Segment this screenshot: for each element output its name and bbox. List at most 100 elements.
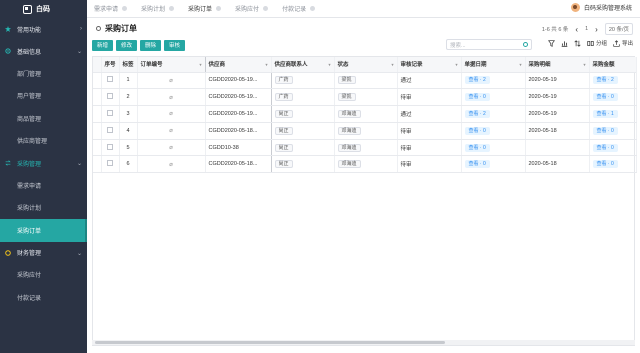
detail-badge[interactable]: 查看 · 0 [592, 160, 618, 169]
order-number[interactable]: CGDD10-38 [205, 139, 272, 157]
sidebar-item-payments[interactable]: 付款记录 [0, 286, 87, 309]
attachment-icon[interactable]: ⌀ [137, 139, 206, 157]
table-row[interactable]: 6 ⌀ CGDD2020-05-18... 尚正 邓海迪 待审 查看 · 0 2020-05-… [93, 155, 637, 174]
sort-icon[interactable]: ▾ [519, 62, 521, 67]
detail-badge[interactable]: 查看 · 0 [592, 126, 618, 135]
refresh-icon[interactable] [96, 25, 101, 31]
bar-chart-icon[interactable] [561, 40, 568, 47]
supplier-tag[interactable]: 尚正 [274, 160, 293, 169]
detail-badge[interactable]: 查看 · 1 [592, 109, 618, 118]
chevron-left-icon[interactable]: ‹ [572, 25, 581, 34]
search-icon[interactable] [523, 42, 528, 47]
column-header[interactable]: 供应商 ▾ [205, 57, 272, 73]
horizontal-scrollbar[interactable] [92, 340, 635, 345]
order-number[interactable]: CGDD2020-05-19... [205, 88, 272, 107]
edit-button[interactable]: 修改 [116, 39, 138, 51]
chevron-right-icon[interactable]: › [592, 25, 601, 34]
detail-badge[interactable]: 查看 · 0 [592, 143, 618, 152]
audit-badge[interactable]: 查看 · 0 [464, 93, 490, 102]
attachment-icon[interactable]: ⌀ [137, 155, 206, 174]
column-header[interactable]: 订单编号 ▾ [137, 57, 206, 73]
close-icon[interactable] [310, 6, 316, 11]
sidebar-item-suppliers[interactable]: 供应商管理 [0, 130, 87, 153]
contact-tag[interactable]: 梁凯 [337, 76, 356, 85]
filter-icon[interactable] [547, 39, 555, 47]
column-header[interactable]: 采购金额 [589, 57, 637, 73]
order-number[interactable]: CGDD2020-05-18... [205, 122, 272, 140]
logo[interactable]: 白码 [0, 0, 87, 18]
sidebar-item-order[interactable]: 采购订单 [0, 219, 87, 242]
user-menu[interactable]: 白码采购管理系统 [570, 3, 632, 12]
delete-button[interactable]: 删除 [140, 39, 162, 51]
sort-icon[interactable]: ▾ [455, 62, 457, 67]
close-icon[interactable] [169, 6, 175, 11]
page-size-select[interactable]: 20 条/页 [604, 23, 633, 35]
audit-badge[interactable]: 查看 · 2 [464, 109, 490, 118]
close-icon[interactable] [122, 6, 128, 11]
attachment-icon[interactable]: ⌀ [137, 72, 206, 90]
contact-tag[interactable]: 梁凯 [337, 93, 356, 102]
tab-payable[interactable]: 采购应付 [228, 0, 275, 18]
tab-plan[interactable]: 采购计划 [134, 0, 181, 18]
sidebar-item-demand[interactable]: 需求申请 [0, 174, 87, 197]
table-row[interactable]: 1 ⌀ CGDD2020-05-19... 广药 梁凯 通过 查看 · 2 2020-05-1… [93, 72, 637, 90]
attachment-icon[interactable]: ⌀ [137, 105, 206, 123]
contact-tag[interactable]: 邓海迪 [337, 126, 361, 135]
column-header[interactable]: 单据日期 ▾ [461, 57, 526, 73]
supplier-tag[interactable]: 尚正 [274, 109, 293, 118]
sidebar-item-department[interactable]: 部门管理 [0, 62, 87, 85]
sort-icon[interactable]: ▾ [328, 62, 330, 67]
tab-order[interactable]: 采购订单 [181, 0, 228, 18]
supplier-tag[interactable]: 尚正 [274, 126, 293, 135]
column-header[interactable]: 审核记录 ▾ [397, 57, 462, 73]
menu-group-common[interactable]: 常用功能 › [0, 18, 87, 40]
supplier-tag[interactable]: 尚正 [274, 143, 293, 152]
group-button[interactable]: 分组 [587, 39, 607, 47]
row-checkbox[interactable] [107, 76, 113, 83]
contact-tag[interactable]: 邓海迪 [337, 109, 361, 118]
menu-group-basic[interactable]: 基础信息 ⌄ [0, 40, 87, 62]
audit-badge[interactable]: 查看 · 0 [464, 160, 490, 169]
menu-group-finance[interactable]: 财务管理 ⌄ [0, 242, 87, 264]
export-button[interactable]: 导出 [613, 39, 633, 47]
detail-badge[interactable]: 查看 · 0 [592, 93, 618, 102]
supplier-tag[interactable]: 广药 [274, 76, 293, 85]
sidebar-item-payable[interactable]: 采购应付 [0, 264, 87, 287]
audit-button[interactable]: 审核 [164, 39, 186, 51]
contact-tag[interactable]: 邓海迪 [337, 160, 361, 169]
column-header[interactable]: 供应商联系人 ▾ [271, 57, 335, 73]
close-icon[interactable] [216, 6, 222, 11]
sort-icon[interactable] [574, 39, 581, 47]
table-row[interactable]: 2 ⌀ CGDD2020-05-19... 广药 梁凯 待审 查看 · 0 2020-05-1… [93, 88, 637, 107]
table-row[interactable]: 5⌀CGDD10-38尚正邓海迪待审查看 · 0查看 · 00 [93, 139, 637, 157]
audit-badge[interactable]: 查看 · 0 [464, 143, 490, 152]
supplier-tag[interactable]: 广药 [274, 93, 293, 102]
tab-payments[interactable]: 付款记录 [275, 0, 322, 18]
menu-group-purchase[interactable]: 采购管理 ⌄ [0, 152, 87, 174]
sidebar-item-products[interactable]: 商品管理 [0, 107, 87, 130]
row-checkbox[interactable] [107, 160, 113, 167]
detail-badge[interactable]: 查看 · 2 [592, 76, 618, 85]
scrollbar-thumb[interactable] [95, 341, 445, 344]
contact-tag[interactable]: 邓海迪 [337, 143, 361, 152]
row-checkbox[interactable] [107, 93, 113, 100]
sort-icon[interactable]: ▾ [199, 62, 201, 67]
attachment-icon[interactable]: ⌀ [137, 88, 206, 107]
table-row[interactable]: 3 ⌀ CGDD2020-05-19... 尚正 邓海迪 通过 查看 · 2 2020-05-… [93, 105, 637, 123]
table-row[interactable]: 4 ⌀ CGDD2020-05-18... 尚正 邓海迪 待审 查看 · 0 2020-05-… [93, 122, 637, 140]
row-checkbox[interactable] [107, 126, 113, 133]
sort-icon[interactable]: ▾ [583, 62, 585, 67]
column-header[interactable]: 状态 ▾ [334, 57, 398, 73]
audit-badge[interactable]: 查看 · 0 [464, 126, 490, 135]
audit-badge[interactable]: 查看 · 2 [464, 76, 490, 85]
row-checkbox[interactable] [107, 109, 113, 116]
close-icon[interactable] [263, 6, 269, 11]
tab-demand[interactable]: 需求申请 [87, 0, 134, 18]
sort-icon[interactable]: ▾ [265, 62, 267, 67]
sort-icon[interactable]: ▾ [391, 62, 393, 67]
sidebar-item-plan[interactable]: 采购计划 [0, 197, 87, 220]
order-number[interactable]: CGDD2020-05-19... [205, 72, 272, 90]
row-checkbox[interactable] [107, 143, 113, 150]
add-button[interactable]: 新增 [92, 39, 114, 51]
column-header[interactable]: 采购明细 ▾ [525, 57, 590, 73]
